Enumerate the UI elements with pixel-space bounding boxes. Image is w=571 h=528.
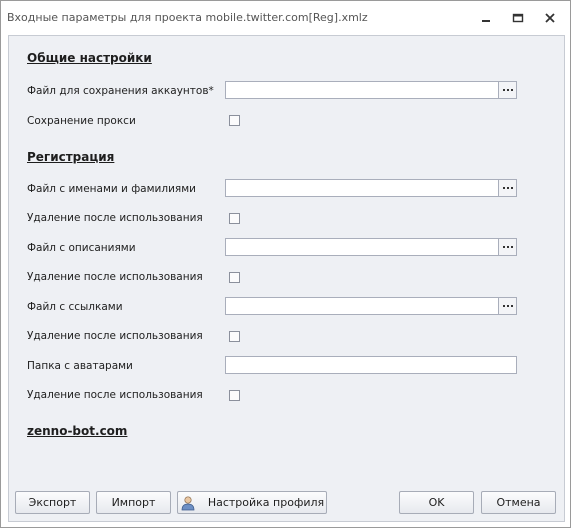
names-delete-checkbox[interactable] (229, 213, 240, 224)
user-profile-icon (180, 495, 196, 511)
export-button[interactable]: Экспорт (15, 491, 90, 514)
title-bar[interactable]: Входные параметры для проекта mobile.twi… (1, 1, 570, 34)
profile-settings-label: Настройка профиля (207, 496, 325, 509)
close-button[interactable] (542, 10, 558, 26)
restore-icon (512, 13, 524, 23)
names-file-label: Файл с именами и фамилиями (27, 183, 196, 195)
descriptions-file-browse-button[interactable] (498, 239, 516, 255)
accounts-file-label: Файл для сохранения аккаунтов* (27, 85, 214, 97)
descriptions-delete-label: Удаление после использования (27, 271, 203, 283)
descriptions-file-field[interactable] (225, 238, 517, 256)
cancel-button[interactable]: Отмена (481, 491, 556, 514)
names-file-browse-button[interactable] (498, 180, 516, 196)
zenno-bot-link[interactable]: zenno-bot.com (27, 424, 127, 438)
section-registration: Регистрация (27, 150, 115, 164)
avatars-folder-field[interactable] (225, 356, 517, 374)
avatars-folder-label: Папка с аватарами (27, 360, 133, 372)
accounts-file-field[interactable] (225, 81, 517, 99)
links-file-label: Файл с ссылками (27, 301, 123, 313)
section-general-settings: Общие настройки (27, 51, 152, 65)
descriptions-file-label: Файл с описаниями (27, 242, 136, 254)
save-proxy-label: Сохранение прокси (27, 115, 136, 127)
descriptions-delete-checkbox[interactable] (229, 272, 240, 283)
minimize-button[interactable] (478, 10, 494, 26)
window-title: Входные параметры для проекта mobile.twi… (7, 11, 368, 24)
links-file-browse-button[interactable] (498, 298, 516, 314)
close-icon (545, 13, 555, 23)
import-button[interactable]: Импорт (96, 491, 171, 514)
names-delete-label: Удаление после использования (27, 212, 203, 224)
avatars-delete-label: Удаление после использования (27, 389, 203, 401)
links-file-field[interactable] (225, 297, 517, 315)
links-delete-label: Удаление после использования (27, 330, 203, 342)
minimize-icon (482, 20, 490, 22)
names-file-field[interactable] (225, 179, 517, 197)
save-proxy-checkbox[interactable] (229, 115, 240, 126)
restore-button[interactable] (510, 10, 526, 26)
dialog-window: Входные параметры для проекта mobile.twi… (0, 0, 571, 528)
avatars-delete-checkbox[interactable] (229, 390, 240, 401)
dialog-content: Общие настройки Файл для сохранения акка… (8, 35, 565, 522)
ok-button[interactable]: OK (399, 491, 474, 514)
accounts-file-browse-button[interactable] (498, 82, 516, 98)
links-delete-checkbox[interactable] (229, 331, 240, 342)
profile-settings-button[interactable]: Настройка профиля (177, 491, 327, 514)
